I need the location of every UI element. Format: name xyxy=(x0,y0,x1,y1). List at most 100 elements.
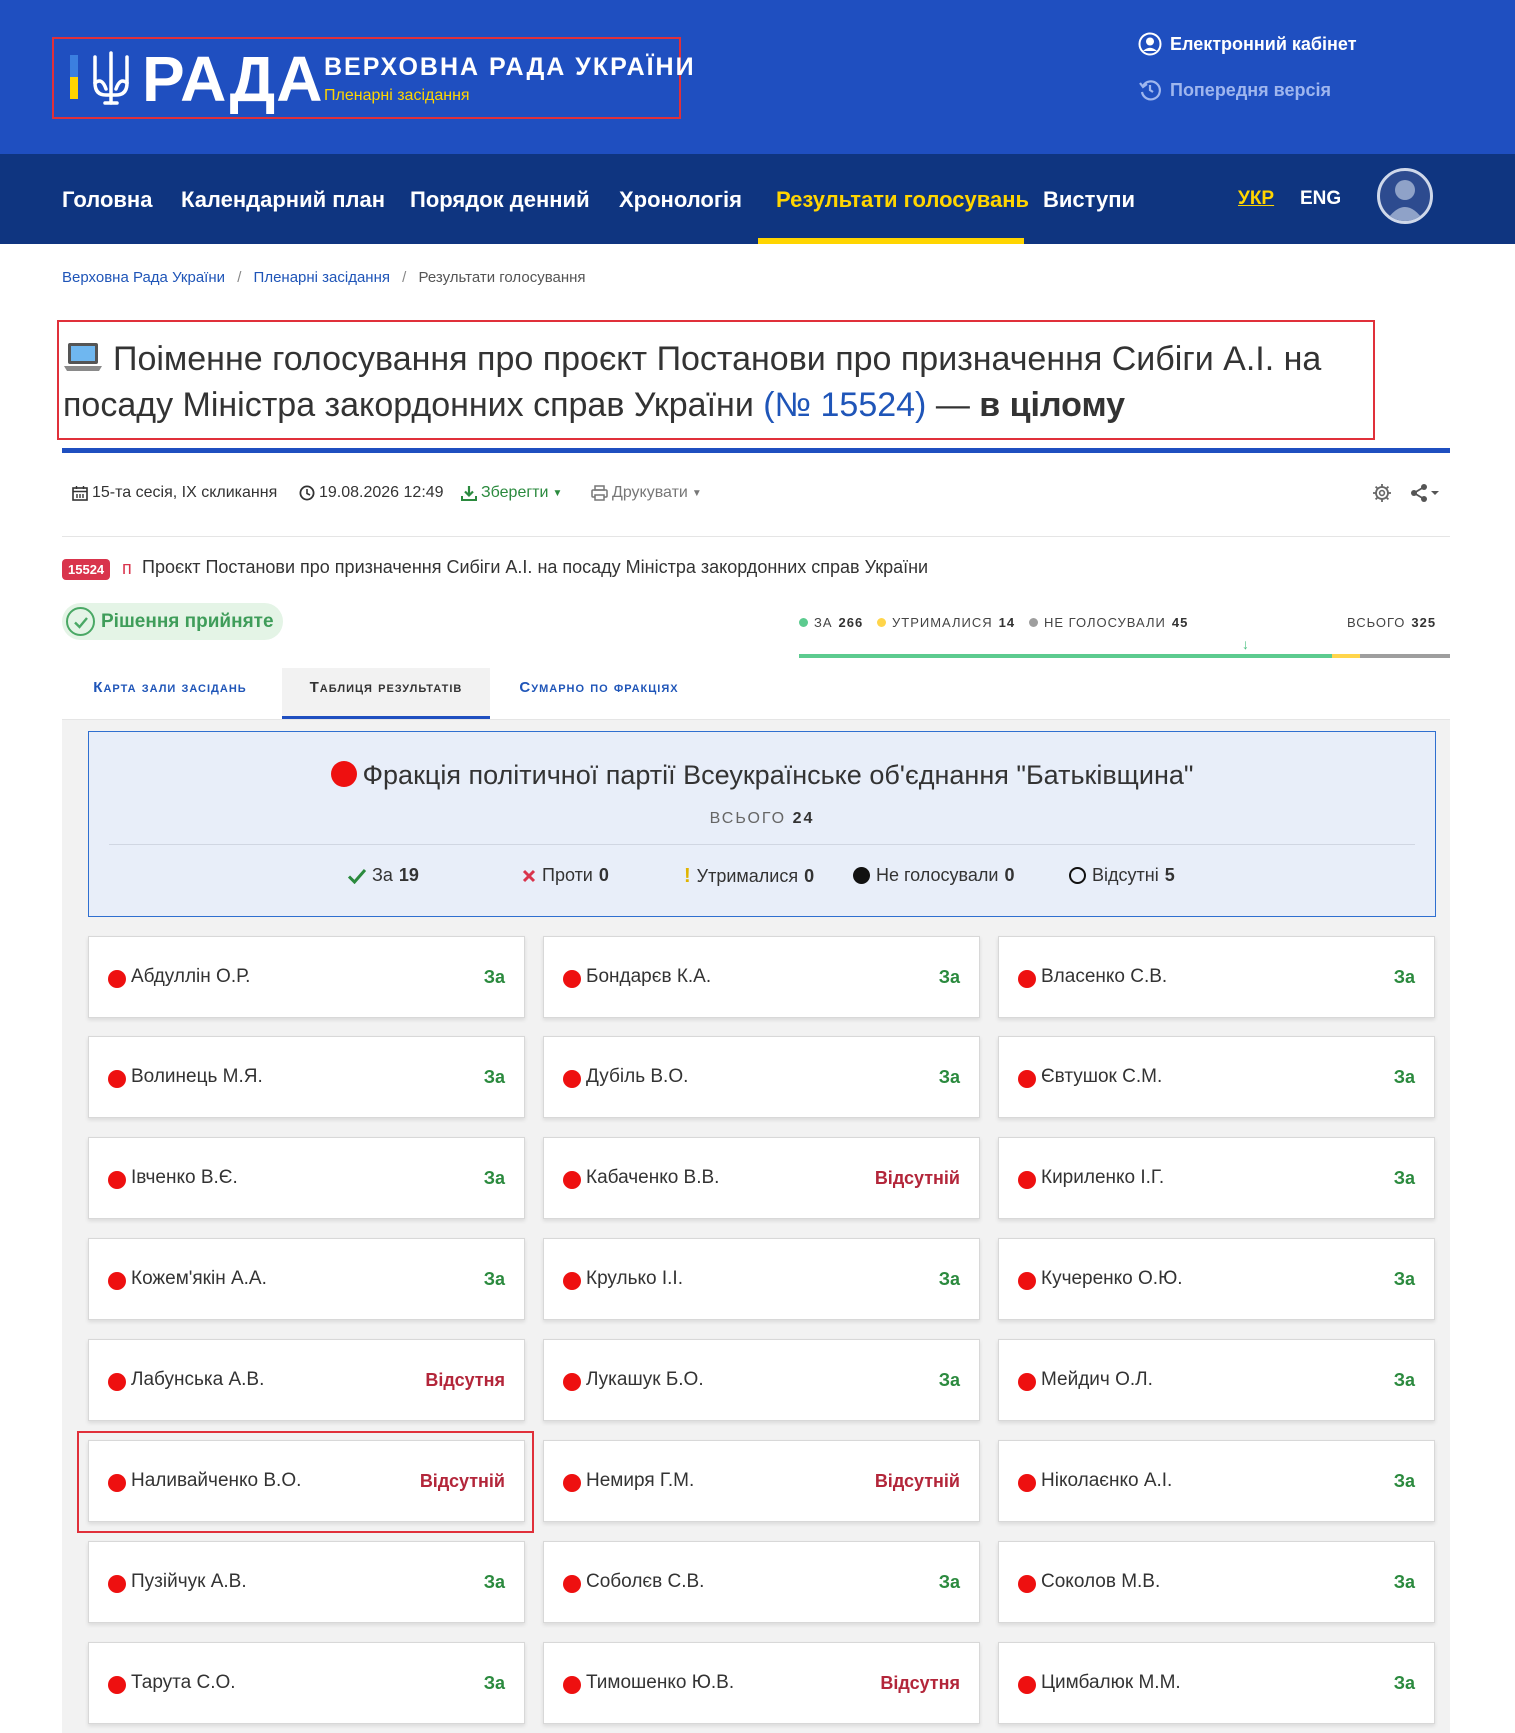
deputy-card[interactable]: Кожем'якін А.А. За xyxy=(88,1238,525,1320)
previous-version-label: Попередня версія xyxy=(1170,79,1331,100)
cabinet-link[interactable]: Електронний кабінет xyxy=(1138,32,1357,56)
deputy-name: Лабунська А.В. xyxy=(131,1369,265,1390)
deputy-card[interactable]: Кабаченко В.В. Відсутній xyxy=(543,1137,980,1219)
bill-number-badge[interactable]: 15524 xyxy=(62,559,111,580)
lang-eng[interactable]: ENG xyxy=(1300,154,1341,244)
deputy-card[interactable]: Лукашук Б.О. За xyxy=(543,1339,980,1421)
breadcrumb: Верховна Рада України / Пленарні засідан… xyxy=(62,269,586,286)
stat-absent-value: 5 xyxy=(1164,865,1175,885)
previous-version-link[interactable]: Попередня версія xyxy=(1138,78,1331,102)
faction-stat-absent: Відсутні 5 xyxy=(1069,865,1175,886)
summary-novote: не голосували 45 xyxy=(1029,615,1188,630)
site-logo[interactable]: РАДА ВЕРХОВНА РАДА УКРАЇНИ Пленарні засі… xyxy=(52,37,694,119)
faction-dot-icon xyxy=(108,1373,126,1391)
deputy-card[interactable]: Власенко С.В. За xyxy=(998,936,1435,1018)
nav-speeches[interactable]: Виступи xyxy=(1043,154,1135,244)
deputy-card[interactable]: Кириленко І.Г. За xyxy=(998,1137,1435,1219)
summary-abstain: утрималися 14 xyxy=(877,615,1015,630)
site-title: ВЕРХОВНА РАДА УКРАЇНИ xyxy=(324,53,696,81)
breadcrumb-separator: / xyxy=(237,269,242,286)
print-label: Друкувати xyxy=(612,484,688,501)
faction-dot-icon xyxy=(1018,970,1036,988)
deputy-name: Бондарєв К.А. xyxy=(586,966,712,987)
deputy-name: Кириленко І.Г. xyxy=(1041,1167,1165,1188)
deputy-vote: За xyxy=(1393,1471,1415,1491)
deputy-name: Абдуллін О.Р. xyxy=(131,966,251,987)
tab-hall-map[interactable]: Карта зали засідань xyxy=(62,668,278,720)
abstain-dot-icon xyxy=(877,618,886,627)
faction-dot-icon xyxy=(1018,1373,1036,1391)
deputy-vote: За xyxy=(938,1370,960,1390)
deputy-card[interactable]: Євтушок С.М. За xyxy=(998,1036,1435,1118)
deputy-card[interactable]: Бондарєв К.А. За xyxy=(543,936,980,1018)
deputy-vote: За xyxy=(938,1067,960,1087)
tab-results-table[interactable]: Таблиця результатів xyxy=(282,668,490,720)
deputy-card[interactable]: Абдуллін О.Р. За xyxy=(88,936,525,1018)
deputy-name: Євтушок С.М. xyxy=(1041,1066,1163,1087)
summary-novote-value: 45 xyxy=(1171,615,1189,630)
deputy-card[interactable]: Тимошенко Ю.В. Відсутня xyxy=(543,1642,980,1724)
deputy-vote: За xyxy=(1393,967,1415,987)
deputy-name: Власенко С.В. xyxy=(1041,966,1168,987)
stat-abstain-label: Утрималися xyxy=(696,866,799,886)
deputy-name: Мейдич О.Л. xyxy=(1041,1369,1153,1390)
bill-number-link[interactable]: (№ 15524) xyxy=(763,386,926,424)
bill-title-link[interactable]: Проєкт Постанови про призначення Сибіги … xyxy=(142,557,928,578)
deputy-vote: За xyxy=(483,1673,505,1693)
progress-novote-segment xyxy=(1359,654,1450,658)
save-dropdown[interactable]: Зберегти ▼ xyxy=(461,484,562,502)
summary-abstain-label: утрималися xyxy=(892,615,993,630)
breadcrumb-rada[interactable]: Верховна Рада України xyxy=(62,269,225,286)
deputy-card[interactable]: Соболєв С.В. За xyxy=(543,1541,980,1623)
nav-voting-results[interactable]: Результати голосувань xyxy=(776,154,1029,244)
deputy-name: Волинець М.Я. xyxy=(131,1066,263,1087)
breadcrumb-plenary[interactable]: Пленарні засідання xyxy=(254,269,390,286)
nav-chronology[interactable]: Хронологія xyxy=(619,154,742,244)
avatar[interactable] xyxy=(1377,168,1433,224)
nav-home[interactable]: Головна xyxy=(62,154,152,244)
decision-badge: Рішення прийняте xyxy=(62,603,283,640)
nav-agenda[interactable]: Порядок денний xyxy=(410,154,590,244)
deputy-card[interactable]: Ніколаєнко А.І. За xyxy=(998,1440,1435,1522)
nav-calendar-plan[interactable]: Календарний план xyxy=(181,154,385,244)
check-icon xyxy=(348,868,366,884)
summary-total: всього 325 xyxy=(1347,615,1436,630)
exclamation-icon: ! xyxy=(684,865,691,887)
print-icon xyxy=(591,485,608,501)
deputy-card[interactable]: Цимбалюк М.М. За xyxy=(998,1642,1435,1724)
za-dot-icon xyxy=(799,618,808,627)
deputy-name: Пузійчук А.В. xyxy=(131,1571,247,1592)
summary-total-value: 325 xyxy=(1411,615,1437,630)
summary-za-label: за xyxy=(814,615,833,630)
print-dropdown[interactable]: Друкувати ▼ xyxy=(591,484,702,502)
deputy-card[interactable]: Мейдич О.Л. За xyxy=(998,1339,1435,1421)
laptop-icon xyxy=(64,343,102,371)
faction-dot-icon xyxy=(563,1171,581,1189)
tab-faction-summary[interactable]: Сумарно по фракціях xyxy=(494,668,704,720)
deputy-name: Крулько І.І. xyxy=(586,1268,683,1289)
share-icon[interactable] xyxy=(1410,483,1442,503)
faction-dot-icon xyxy=(108,1272,126,1290)
faction-dot-icon xyxy=(563,1373,581,1391)
deputy-name: Тарута С.О. xyxy=(131,1672,236,1693)
deputy-name: Кабаченко В.В. xyxy=(586,1167,720,1188)
lang-ukr[interactable]: УКР xyxy=(1238,154,1274,244)
deputy-card[interactable]: Дубіль В.О. За xyxy=(543,1036,980,1118)
caret-down-icon: ▼ xyxy=(691,487,702,499)
deputy-card[interactable]: Тарута С.О. За xyxy=(88,1642,525,1724)
gear-icon[interactable] xyxy=(1372,483,1392,503)
deputy-card[interactable]: Кучеренко О.Ю. За xyxy=(998,1238,1435,1320)
stat-against-label: Проти xyxy=(542,865,593,885)
deputy-card[interactable]: Івченко В.Є. За xyxy=(88,1137,525,1219)
summary-za-value: 266 xyxy=(838,615,864,630)
deputy-card[interactable]: Немиря Г.М. Відсутній xyxy=(543,1440,980,1522)
filled-circle-icon xyxy=(853,867,870,884)
deputy-card[interactable]: Пузійчук А.В. За xyxy=(88,1541,525,1623)
deputy-name: Цимбалюк М.М. xyxy=(1041,1672,1181,1693)
deputy-card[interactable]: Крулько І.І. За xyxy=(543,1238,980,1320)
deputy-card[interactable]: Лабунська А.В. Відсутня xyxy=(88,1339,525,1421)
stat-against-value: 0 xyxy=(598,865,609,885)
deputy-card[interactable]: Соколов М.В. За xyxy=(998,1541,1435,1623)
bill-type-marker: п xyxy=(122,558,132,578)
deputy-card[interactable]: Волинець М.Я. За xyxy=(88,1036,525,1118)
